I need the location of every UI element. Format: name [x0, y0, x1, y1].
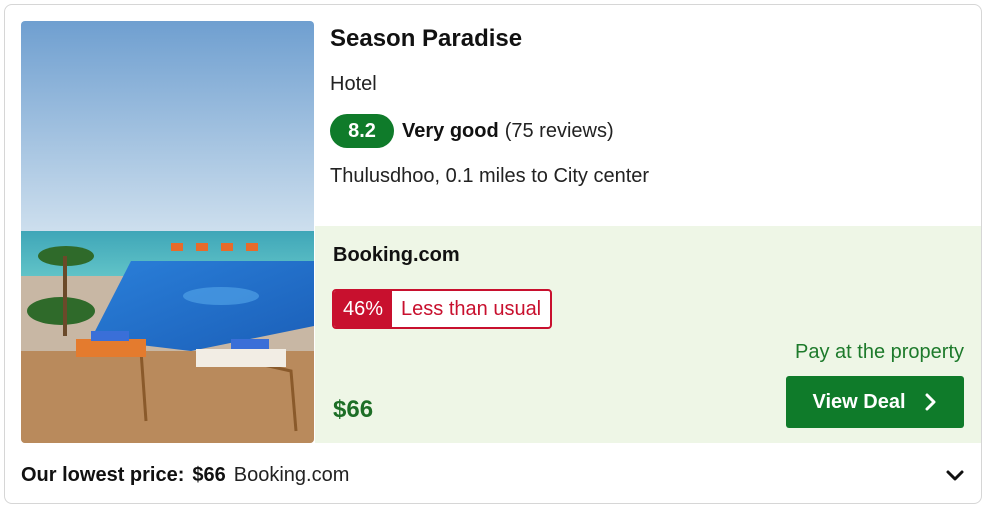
- hotel-result-card[interactable]: Season Paradise Hotel 8.2 Very good (75 …: [4, 4, 982, 504]
- discount-badge: 46% Less than usual: [332, 289, 553, 329]
- deal-price: $66: [333, 396, 374, 423]
- discount-text: Less than usual: [401, 297, 542, 320]
- hotel-photo[interactable]: [21, 21, 314, 443]
- hotel-location: Thulusdhoo, 0.1 miles to City center: [330, 165, 650, 187]
- property-type: Hotel: [330, 73, 377, 95]
- rating-score-badge: 8.2: [330, 114, 394, 148]
- chevron-down-icon[interactable]: [945, 465, 965, 485]
- lowest-price-provider: Booking.com: [233, 463, 350, 486]
- deal-panel: Booking.com 46% Less than usual Pay at t…: [315, 226, 981, 443]
- hotel-pool-photo-image: [21, 21, 314, 443]
- hotel-name[interactable]: Season Paradise: [330, 21, 965, 57]
- pay-at-property-note: Pay at the property: [795, 341, 964, 363]
- view-deal-label: View Deal: [812, 390, 906, 413]
- discount-percent: 46%: [334, 291, 393, 327]
- lowest-price-footer[interactable]: Our lowest price: $66 Booking.com: [21, 457, 965, 493]
- lowest-price-label: Our lowest price:: [21, 463, 185, 486]
- rating-word: Very good: [402, 119, 499, 142]
- lowest-price-value: $66: [192, 463, 226, 486]
- chevron-right-icon: [925, 393, 936, 411]
- view-deal-button[interactable]: View Deal: [786, 376, 964, 428]
- hotel-info: Season Paradise Hotel 8.2 Very good (75 …: [330, 21, 965, 191]
- review-count[interactable]: (75 reviews): [505, 120, 614, 143]
- rating-row: 8.2 Very good (75 reviews): [330, 113, 965, 149]
- deal-provider: Booking.com: [333, 244, 460, 266]
